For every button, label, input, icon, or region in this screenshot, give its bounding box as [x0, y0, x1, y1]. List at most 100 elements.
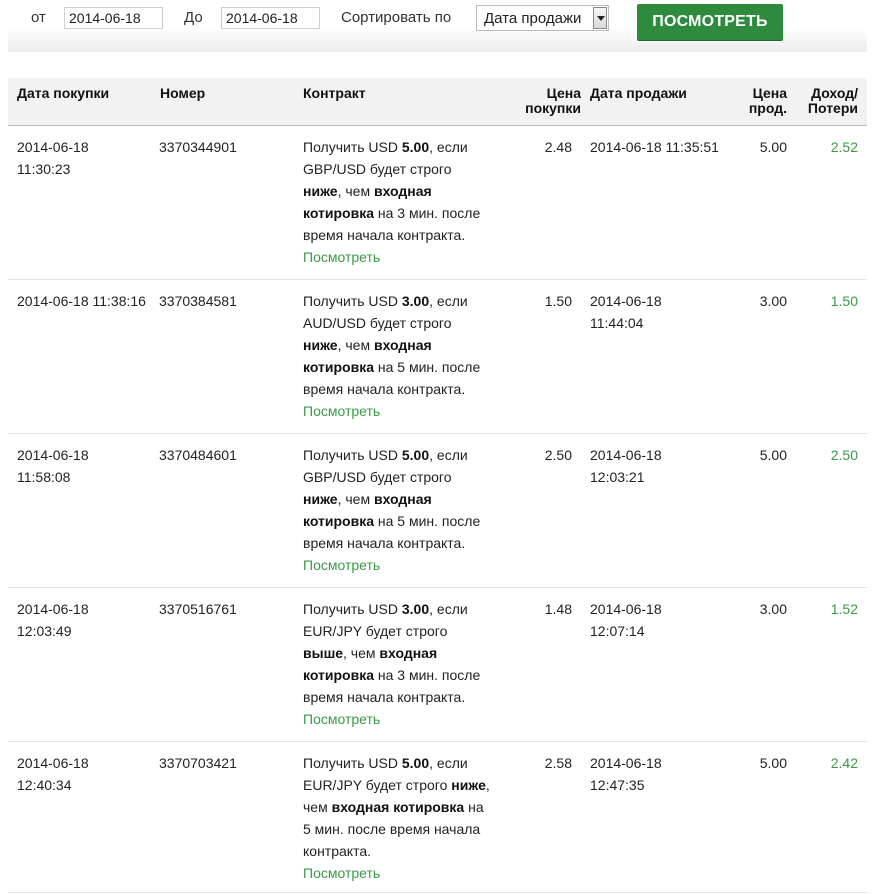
- contract-text: EUR/JPY будет строго: [303, 623, 448, 639]
- contract-amount: 5.00: [401, 139, 430, 155]
- header-purchase-price-line1: Цена: [546, 85, 581, 101]
- contract-text: Получить USD: [303, 139, 402, 155]
- header-purchase-price: Цена покупки: [525, 86, 581, 116]
- view-contract-link[interactable]: Посмотреть: [303, 246, 503, 268]
- purchase-price: 1.50: [544, 293, 572, 309]
- view-button[interactable]: ПОСМОТРЕТЬ: [637, 4, 783, 40]
- profit-loss: 2.52: [830, 139, 858, 155]
- chevron-down-icon[interactable]: [593, 7, 607, 29]
- contract-text: Получить USD: [303, 755, 402, 771]
- view-contract-link[interactable]: Посмотреть: [303, 708, 503, 730]
- table-row: 2014-06-18 12:03:49 3370516761 Получить …: [8, 588, 867, 742]
- contract-text: , чем: [343, 645, 380, 661]
- view-contract-link[interactable]: Посмотреть: [303, 554, 503, 576]
- sale-price: 3.00: [759, 601, 787, 617]
- contract-amount: 3.00: [401, 601, 430, 617]
- view-contract-link[interactable]: Посмотреть: [303, 862, 503, 884]
- contract-text: на 3 мин. после: [374, 205, 481, 221]
- contract-entry-spot: входная: [373, 491, 432, 507]
- purchase-price: 2.50: [544, 447, 572, 463]
- contract-direction: ниже: [303, 337, 338, 353]
- header-sale-price-line2: прод.: [748, 100, 787, 116]
- contract-text: EUR/JPY будет строго: [303, 777, 452, 793]
- header-sale-price: Цена прод.: [749, 86, 787, 116]
- sale-price: 3.00: [759, 293, 787, 309]
- contract-number: 3370703421: [159, 755, 237, 771]
- table-header: Дата покупки Номер Контракт Цена покупки…: [8, 78, 867, 126]
- sort-select-value: Дата продажи: [484, 10, 582, 27]
- purchase-date-line1: 2014-06-18: [17, 447, 89, 463]
- purchase-date-line2: 11:58:08: [17, 469, 71, 485]
- purchase-date: 2014-06-18 11:58:08: [17, 444, 89, 488]
- contract-number: 3370484601: [159, 447, 237, 463]
- contract-text: на 5 мин. после: [374, 513, 481, 529]
- sale-date: 2014-06-18 12:47:35: [590, 752, 662, 796]
- view-contract-link[interactable]: Посмотреть: [303, 400, 503, 422]
- header-sale-price-line1: Цена: [752, 85, 787, 101]
- contract-description: Получить USD 5.00, если GBP/USD будет ст…: [303, 444, 503, 576]
- purchase-date: 2014-06-18 12:40:34: [17, 752, 89, 796]
- contract-text: Получить USD: [303, 293, 402, 309]
- header-profit-line2: Потери: [807, 100, 858, 116]
- contract-entry-spot: котировка: [303, 513, 374, 529]
- contract-entry-spot: входная: [373, 183, 432, 199]
- contract-text: 5 мин. после время начала: [303, 821, 481, 837]
- contract-text: , чем: [337, 183, 374, 199]
- purchase-date-line1: 2014-06-18: [17, 755, 89, 771]
- contract-text: Получить USD: [303, 447, 402, 463]
- profit-loss: 1.50: [830, 293, 858, 309]
- contract-text: время начала контракта.: [303, 535, 466, 551]
- contract-text: время начала контракта.: [303, 689, 466, 705]
- profit-loss: 2.50: [830, 447, 858, 463]
- purchase-date: 2014-06-18 12:03:49: [17, 598, 89, 642]
- contract-description: Получить USD 3.00, если EUR/JPY будет ст…: [303, 598, 503, 730]
- contract-text: Получить USD: [303, 601, 402, 617]
- contract-entry-spot: входная котировка: [331, 799, 465, 815]
- contract-direction: выше: [303, 645, 344, 661]
- sale-date: 2014-06-18 12:07:14: [590, 598, 662, 642]
- contract-text: время начала контракта.: [303, 227, 466, 243]
- sale-date-line2: 12:03:21: [590, 469, 645, 485]
- header-sale-date: Дата продажи: [590, 85, 687, 101]
- contract-description: Получить USD 3.00, если AUD/USD будет ст…: [303, 290, 503, 422]
- contract-text: ,: [485, 777, 490, 793]
- contract-text: GBP/USD будет строго: [303, 161, 452, 177]
- contract-entry-spot: котировка: [303, 359, 374, 375]
- header-number: Номер: [160, 85, 206, 101]
- contract-text: , если: [429, 293, 468, 309]
- contract-text: на: [464, 799, 484, 815]
- contract-text: контракта.: [303, 843, 371, 859]
- profit-loss: 2.42: [830, 755, 858, 771]
- contract-entry-spot: котировка: [303, 667, 374, 683]
- contract-text: , если: [429, 601, 468, 617]
- statement-table: Дата покупки Номер Контракт Цена покупки…: [8, 78, 867, 895]
- purchase-date-line1: 2014-06-18: [17, 601, 89, 617]
- to-date-input[interactable]: [221, 7, 320, 29]
- sale-price: 5.00: [759, 755, 787, 771]
- contract-text: AUD/USD будет строго: [303, 315, 452, 331]
- contract-number: 3370384581: [159, 293, 237, 309]
- contract-amount: 5.00: [401, 447, 430, 463]
- sort-label: Сортировать по: [341, 9, 452, 26]
- contract-description: Получить USD 5.00, если GBP/USD будет ст…: [303, 136, 503, 268]
- contract-text: , если: [429, 139, 468, 155]
- contract-direction: ниже: [303, 183, 338, 199]
- sale-date: 2014-06-18 11:35:51: [590, 136, 719, 158]
- sale-date: 2014-06-18 11:44:04: [590, 290, 662, 334]
- sort-select[interactable]: Дата продажи: [476, 5, 609, 31]
- purchase-price: 1.48: [544, 601, 572, 617]
- contract-text: GBP/USD будет строго: [303, 469, 452, 485]
- table-row: 2014-06-18 12:40:34 3370703421 Получить …: [8, 742, 867, 895]
- contract-number: 3370516761: [159, 601, 237, 617]
- table-row: 2014-06-18 11:38:16 3370384581 Получить …: [8, 280, 867, 434]
- filter-bar: от До Сортировать по Дата продажи ПОСМОТ…: [8, 0, 867, 52]
- contract-text: , если: [429, 755, 468, 771]
- contract-entry-spot: входная: [379, 645, 438, 661]
- table-bottom-divider: [8, 892, 867, 893]
- from-date-input[interactable]: [64, 7, 163, 29]
- contract-entry-spot: входная: [373, 337, 432, 353]
- header-profit-line1: Доход/: [811, 85, 858, 101]
- contract-entry-spot: котировка: [303, 205, 374, 221]
- purchase-date-line2: 11:30:23: [17, 161, 71, 177]
- purchase-date: 2014-06-18 11:38:16: [17, 290, 146, 312]
